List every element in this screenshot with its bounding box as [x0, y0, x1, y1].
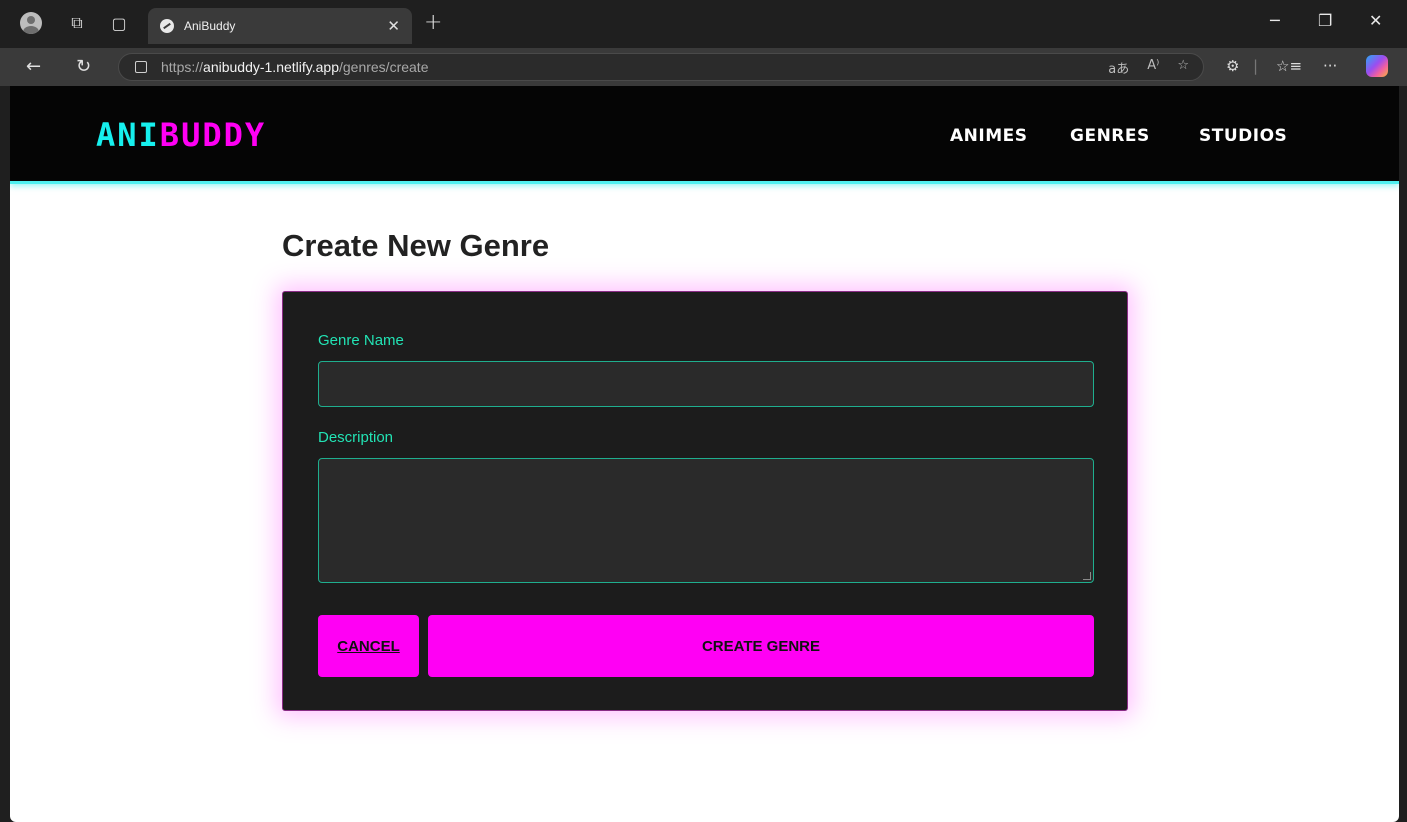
- site-header: ANIBUDDY ANIMES GENRES STUDIOS: [10, 86, 1399, 184]
- url-text: https://anibuddy-1.netlify.app/genres/cr…: [161, 59, 429, 75]
- tab-title: AniBuddy: [184, 19, 236, 33]
- genre-name-input[interactable]: [318, 361, 1094, 407]
- copilot-icon[interactable]: [1366, 55, 1388, 77]
- refresh-icon[interactable]: ↻: [76, 56, 91, 77]
- description-textarea[interactable]: [318, 458, 1094, 583]
- browser-tab[interactable]: AniBuddy ✕: [148, 8, 412, 44]
- nav-link-genres[interactable]: GENRES: [1070, 126, 1150, 146]
- restore-icon[interactable]: ❐: [1318, 11, 1332, 30]
- read-aloud-icon[interactable]: A⁾: [1147, 58, 1159, 77]
- browser-tab-bar: ⧉ ▢ AniBuddy ✕ + ─ ❐ ✕: [0, 0, 1407, 48]
- resize-handle-icon[interactable]: [1083, 572, 1091, 580]
- extensions-icon[interactable]: ⚙: [1226, 57, 1239, 75]
- translate-icon[interactable]: aあ: [1108, 58, 1129, 77]
- favorite-star-icon[interactable]: ☆: [1177, 58, 1189, 77]
- workspaces-icon[interactable]: ⧉: [64, 10, 90, 36]
- site-logo[interactable]: ANIBUDDY: [96, 116, 266, 154]
- cancel-button[interactable]: CANCEL: [318, 615, 419, 677]
- more-icon[interactable]: ···: [1323, 57, 1337, 75]
- site-favicon: [160, 19, 174, 33]
- address-bar[interactable]: https://anibuddy-1.netlify.app/genres/cr…: [118, 53, 1204, 81]
- favorites-icon[interactable]: ☆≡: [1276, 57, 1302, 75]
- genre-form-card: Genre Name Description CANCEL CREATE GEN…: [282, 291, 1128, 711]
- tab-actions-icon[interactable]: ▢: [106, 10, 132, 36]
- nav-link-animes[interactable]: ANIMES: [950, 126, 1027, 146]
- create-genre-button[interactable]: CREATE GENRE: [428, 615, 1094, 677]
- site-info-icon[interactable]: [135, 61, 147, 73]
- description-label: Description: [318, 429, 394, 446]
- new-tab-icon[interactable]: +: [424, 10, 442, 35]
- page-title: Create New Genre: [282, 228, 550, 263]
- back-icon[interactable]: ←: [26, 56, 41, 77]
- browser-toolbar: ← ↻ https://anibuddy-1.netlify.app/genre…: [0, 48, 1407, 86]
- window-close-icon[interactable]: ✕: [1369, 11, 1382, 30]
- genre-name-label: Genre Name: [318, 332, 404, 349]
- close-icon[interactable]: ✕: [387, 17, 400, 35]
- page-viewport: ANIBUDDY ANIMES GENRES STUDIOS Create Ne…: [10, 86, 1399, 822]
- minimize-icon[interactable]: ─: [1270, 11, 1280, 30]
- toolbar-divider: |: [1253, 57, 1259, 75]
- nav-link-studios[interactable]: STUDIOS: [1199, 126, 1287, 146]
- profile-icon[interactable]: [20, 12, 42, 34]
